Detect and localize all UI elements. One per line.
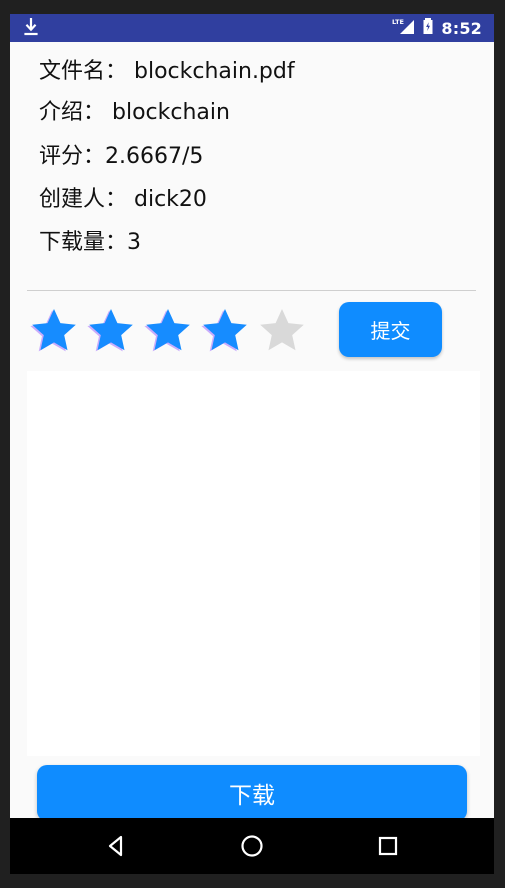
android-navigation-bar <box>10 818 494 874</box>
comment-input[interactable] <box>27 371 480 756</box>
back-icon[interactable] <box>102 832 130 860</box>
recents-icon[interactable] <box>374 832 402 860</box>
file-downloads-line: 下载量：3 <box>39 230 141 255</box>
rating-star-1-icon[interactable] <box>29 306 79 354</box>
svg-text:LTE: LTE <box>392 18 404 26</box>
details-divider <box>27 290 476 291</box>
file-name-line: 文件名： blockchain.pdf <box>39 59 295 84</box>
rating-star-4-icon[interactable] <box>200 306 250 354</box>
download-icon <box>24 17 38 36</box>
file-intro-line: 介绍： blockchain <box>39 100 230 125</box>
download-button[interactable]: 下载 <box>37 765 467 821</box>
rating-star-3-icon[interactable] <box>143 306 193 354</box>
status-bar: LTE 8:52 <box>10 14 494 42</box>
file-creator-line: 创建人： dick20 <box>39 187 207 212</box>
home-icon[interactable] <box>238 832 266 860</box>
signal-icon: LTE <box>391 17 415 39</box>
app-screen: LTE 8:52 文件名： blockchain.pdf 介绍： blockch… <box>10 14 494 874</box>
battery-icon <box>423 17 433 39</box>
rating-star-2-icon[interactable] <box>86 306 136 354</box>
device-frame: LTE 8:52 文件名： blockchain.pdf 介绍： blockch… <box>0 0 505 888</box>
rating-star-5-icon[interactable] <box>257 306 307 354</box>
file-details-screen: 文件名： blockchain.pdf 介绍： blockchain 评分：2.… <box>10 42 494 821</box>
file-rating-line: 评分：2.6667/5 <box>39 144 204 169</box>
status-icons: LTE 8:52 <box>391 14 482 42</box>
submit-rating-button[interactable]: 提交 <box>339 302 442 357</box>
status-time: 8:52 <box>441 18 482 38</box>
